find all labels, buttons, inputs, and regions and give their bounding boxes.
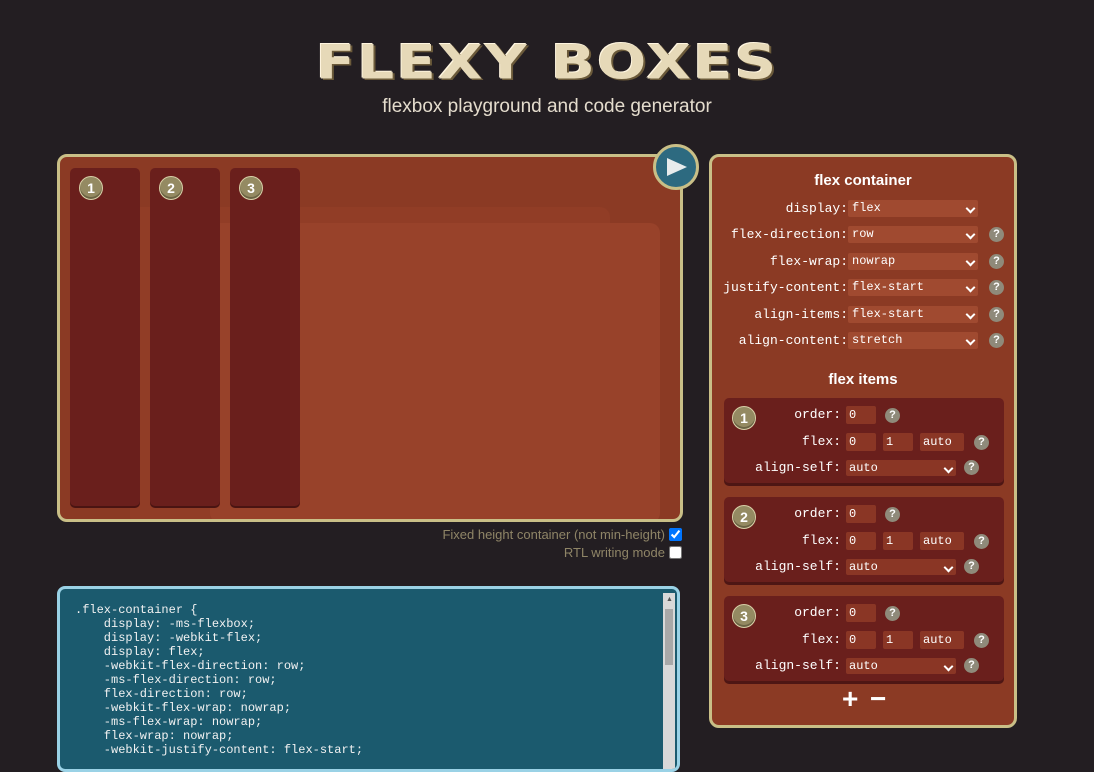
flex-direction-row: flex-direction: row ? [712,226,1014,244]
flex-shrink-input[interactable]: 1 [883,631,913,649]
display-row: display: flex [712,200,1014,218]
subtitle: flexbox playground and code generator [382,96,712,117]
logo: FLEXY BOXES [315,34,779,90]
align-self-label: align-self: [755,658,841,673]
item-number-badge: 2 [159,176,183,200]
flex-grow-input[interactable]: 0 [846,532,876,550]
align-content-row: align-content: stretch ? [712,332,1014,350]
align-items-select[interactable]: flex-start [848,306,978,323]
help-icon[interactable]: ? [989,333,1004,348]
rtl-label: RTL writing mode [563,545,665,560]
flex-basis-input[interactable]: auto [920,631,964,649]
flex-label: flex: [801,434,841,449]
settings-panel: flex container display: flex flex-direct… [709,154,1017,728]
flex-items-title: flex items [828,371,898,388]
help-icon[interactable]: ? [974,435,989,450]
order-label: order: [794,605,841,620]
add-item-button[interactable]: + [842,685,858,713]
order-input[interactable]: 0 [846,604,876,622]
align-self-select[interactable]: auto [846,559,956,575]
align-self-select[interactable]: auto [846,658,956,674]
help-icon[interactable]: ? [964,658,979,673]
align-content-select[interactable]: stretch [848,332,978,349]
flex-basis-input[interactable]: auto [920,532,964,550]
flex-item-2[interactable]: 2 [150,168,220,506]
help-icon[interactable]: ? [989,307,1004,322]
help-icon[interactable]: ? [974,534,989,549]
help-icon[interactable]: ? [885,408,900,423]
chevron-down-icon [943,463,954,474]
flex-label: flex: [801,533,841,548]
justify-content-row: justify-content: flex-start ? [712,279,1014,297]
help-icon[interactable]: ? [964,559,979,574]
align-self-select[interactable]: auto [846,460,956,476]
flex-wrap-select[interactable]: nowrap [848,253,978,270]
flex-playground: 1 2 3 [57,154,683,522]
help-icon[interactable]: ? [989,254,1004,269]
align-items-row: align-items: flex-start ? [712,306,1014,324]
order-label: order: [794,407,841,422]
rtl-checkbox[interactable] [669,546,682,559]
order-input[interactable]: 0 [846,406,876,424]
chevron-down-icon [965,309,976,320]
flex-shrink-input[interactable]: 1 [883,433,913,451]
fixed-height-label: Fixed height container (not min-height) [442,527,665,542]
chevron-down-icon [943,562,954,573]
item-card-1: 1 order: 0 ? flex: 0 1 auto ? align-self… [724,398,1004,483]
help-icon[interactable]: ? [989,280,1004,295]
fixed-height-checkbox[interactable] [669,528,682,541]
code-scrollbar[interactable]: ▲ [663,593,675,769]
flex-grow-input[interactable]: 0 [846,631,876,649]
chevron-down-icon [965,282,976,293]
flex-basis-input[interactable]: auto [920,433,964,451]
flex-shrink-input[interactable]: 1 [883,532,913,550]
chevron-down-icon [965,229,976,240]
scrollbar-thumb[interactable] [665,609,673,665]
flex-direction-select[interactable]: row [848,226,978,243]
chevron-down-icon [965,203,976,214]
flex-grow-input[interactable]: 0 [846,433,876,451]
item-number-badge: 2 [732,505,756,529]
chevron-down-icon [965,256,976,267]
item-number-badge: 1 [79,176,103,200]
align-self-label: align-self: [755,460,841,475]
display-label: display: [785,201,848,216]
code-output[interactable]: .flex-container { display: -ms-flexbox; … [57,586,680,772]
item-number-badge: 3 [239,176,263,200]
help-icon[interactable]: ? [885,606,900,621]
order-label: order: [794,506,841,521]
scroll-up-arrow-icon[interactable]: ▲ [666,596,673,603]
help-icon[interactable]: ? [989,227,1004,242]
item-number-badge: 3 [732,604,756,628]
flex-item-1[interactable]: 1 [70,168,140,506]
flex-label: flex: [801,632,841,647]
help-icon[interactable]: ? [974,633,989,648]
display-select[interactable]: flex [848,200,978,217]
help-icon[interactable]: ? [964,460,979,475]
item-card-2: 2 order: 0 ? flex: 0 1 auto ? align-self… [724,497,1004,582]
remove-item-button[interactable]: − [870,685,886,713]
play-button[interactable] [653,144,699,190]
align-self-label: align-self: [755,559,841,574]
code-text: .flex-container { display: -ms-flexbox; … [75,603,364,757]
justify-content-select[interactable]: flex-start [848,279,978,296]
item-card-3: 3 order: 0 ? flex: 0 1 auto ? align-self… [724,596,1004,681]
flex-wrap-row: flex-wrap: nowrap ? [712,253,1014,271]
flex-item-3[interactable]: 3 [230,168,300,506]
item-number-badge: 1 [732,406,756,430]
chevron-down-icon [943,661,954,672]
chevron-down-icon [965,335,976,346]
rtl-option: RTL writing mode [564,545,682,560]
fixed-height-option: Fixed height container (not min-height) [442,527,682,542]
flex-container-title: flex container [814,172,912,189]
order-input[interactable]: 0 [846,505,876,523]
help-icon[interactable]: ? [885,507,900,522]
